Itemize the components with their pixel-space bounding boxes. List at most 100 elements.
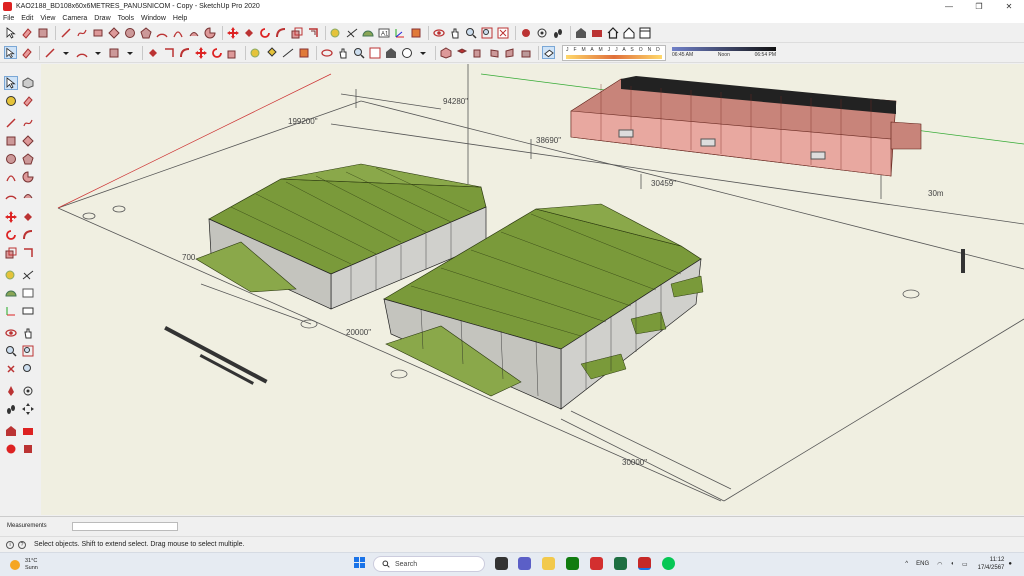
- zoom-icon[interactable]: [464, 26, 477, 39]
- polygon-icon[interactable]: [21, 152, 35, 166]
- orbit-icon[interactable]: [4, 326, 18, 340]
- chevron-down-icon[interactable]: [416, 46, 429, 59]
- excel-icon[interactable]: [614, 557, 627, 570]
- select-icon[interactable]: [4, 26, 17, 39]
- rotate-icon[interactable]: [258, 26, 271, 39]
- shadow-time-slider[interactable]: 06:45 AM Noon 06:54 PM: [672, 45, 776, 61]
- line-app-icon[interactable]: [662, 557, 675, 570]
- tape-measure-icon[interactable]: [4, 268, 18, 282]
- walk-icon[interactable]: [551, 26, 564, 39]
- sketchup-taskbar-icon[interactable]: [638, 557, 651, 570]
- scale-icon[interactable]: [226, 46, 239, 59]
- rectangle-icon[interactable]: [36, 26, 49, 39]
- menu-draw[interactable]: Draw: [94, 15, 110, 22]
- two-point-arc-icon[interactable]: [21, 188, 35, 202]
- look-around-icon[interactable]: [21, 384, 35, 398]
- position-camera-icon[interactable]: [519, 26, 532, 39]
- maximize-button[interactable]: ❐: [964, 2, 994, 11]
- menu-tools[interactable]: Tools: [118, 15, 134, 22]
- tape-measure-icon[interactable]: [249, 46, 262, 59]
- menu-window[interactable]: Window: [141, 15, 166, 22]
- battery-icon[interactable]: ▭: [962, 561, 968, 568]
- acrobat-icon[interactable]: [590, 557, 603, 570]
- warehouse-icon[interactable]: [384, 46, 397, 59]
- follow-me-icon[interactable]: [21, 228, 35, 242]
- right-view-icon[interactable]: [487, 46, 500, 59]
- push-pull-icon[interactable]: [146, 46, 159, 59]
- pie-icon[interactable]: [21, 170, 35, 184]
- zoom-extents-icon[interactable]: [4, 362, 18, 376]
- text-icon[interactable]: A1: [377, 26, 390, 39]
- warehouse-icon[interactable]: [574, 26, 587, 39]
- scale-icon[interactable]: [290, 26, 303, 39]
- zoom-extents-icon[interactable]: [368, 46, 381, 59]
- freehand-icon[interactable]: [21, 116, 35, 130]
- push-pull-icon[interactable]: [242, 26, 255, 39]
- warehouse-icon[interactable]: [4, 424, 18, 438]
- eraser-icon[interactable]: [20, 46, 33, 59]
- offset-icon[interactable]: [306, 26, 319, 39]
- orbit-icon[interactable]: [320, 46, 333, 59]
- push-pull-icon[interactable]: [21, 210, 35, 224]
- 3d-viewport[interactable]: 199200" 94280" 38690" 30459" 30m 700 200…: [41, 64, 1024, 515]
- rectangle-icon[interactable]: [107, 46, 120, 59]
- share-model-icon[interactable]: [4, 442, 18, 456]
- geo-location-icon[interactable]: [400, 46, 413, 59]
- dimension-icon[interactable]: [345, 26, 358, 39]
- model-canvas[interactable]: 199200" 94280" 38690" 30459" 30m 700 200…: [41, 64, 1024, 515]
- back-view-icon[interactable]: [503, 46, 516, 59]
- clock[interactable]: 11:12 17/4/2567: [978, 556, 1005, 572]
- notification-bell-icon[interactable]: ●: [1008, 561, 1012, 567]
- rectangle-icon[interactable]: [4, 134, 18, 148]
- section-plane-icon[interactable]: [409, 26, 422, 39]
- file-explorer-icon[interactable]: [542, 557, 555, 570]
- circle-icon[interactable]: [4, 152, 18, 166]
- iso-view-icon[interactable]: [439, 46, 452, 59]
- close-button[interactable]: ✕: [994, 2, 1024, 11]
- zoom-extents-icon[interactable]: [496, 26, 509, 39]
- arc-icon[interactable]: [155, 26, 168, 39]
- task-view-icon[interactable]: [495, 557, 508, 570]
- help-icon[interactable]: ?: [18, 540, 26, 549]
- taskbar-search[interactable]: Search: [373, 556, 485, 572]
- wifi-icon[interactable]: ◠: [937, 561, 942, 568]
- follow-me-icon[interactable]: [274, 26, 287, 39]
- line-icon[interactable]: [43, 46, 56, 59]
- scale-icon[interactable]: [4, 246, 18, 260]
- three-point-arc-icon[interactable]: [4, 188, 18, 202]
- info-icon[interactable]: i: [6, 540, 14, 549]
- freehand-icon[interactable]: [75, 26, 88, 39]
- rotated-rectangle-icon[interactable]: [21, 134, 35, 148]
- follow-me-icon[interactable]: [178, 46, 191, 59]
- extension-warehouse-icon[interactable]: [590, 26, 603, 39]
- axes-icon[interactable]: [4, 304, 18, 318]
- menu-camera[interactable]: Camera: [62, 15, 87, 22]
- pan-icon[interactable]: [336, 46, 349, 59]
- chevron-down-icon[interactable]: [123, 46, 136, 59]
- dimension-icon[interactable]: [21, 268, 35, 282]
- measurements-input[interactable]: [72, 522, 178, 531]
- paint-bucket-icon[interactable]: [265, 46, 278, 59]
- windows-start-icon[interactable]: [354, 557, 366, 569]
- section-plane-icon[interactable]: [297, 46, 310, 59]
- look-around-icon[interactable]: [535, 26, 548, 39]
- volume-icon[interactable]: ◖: [950, 561, 954, 567]
- shadow-date-slider[interactable]: J F M A M J J A S O N D: [562, 44, 666, 61]
- 3d-text-icon[interactable]: [21, 304, 35, 318]
- weather-widget[interactable]: 31°C Sunn: [10, 558, 70, 572]
- offset-icon[interactable]: [162, 46, 175, 59]
- arc-icon[interactable]: [4, 170, 18, 184]
- eraser-icon[interactable]: [21, 94, 35, 108]
- extension-warehouse-icon[interactable]: [21, 424, 35, 438]
- front-view-icon[interactable]: [471, 46, 484, 59]
- orbit-icon[interactable]: [432, 26, 445, 39]
- circle-icon[interactable]: [123, 26, 136, 39]
- protractor-icon[interactable]: [361, 26, 374, 39]
- position-camera-icon[interactable]: [4, 384, 18, 398]
- home-icon[interactable]: [606, 26, 619, 39]
- minimize-button[interactable]: —: [934, 2, 964, 11]
- previous-view-icon[interactable]: [21, 362, 35, 376]
- pan-icon[interactable]: [448, 26, 461, 39]
- two-point-arc-icon[interactable]: [171, 26, 184, 39]
- language-indicator[interactable]: ENG: [916, 561, 929, 567]
